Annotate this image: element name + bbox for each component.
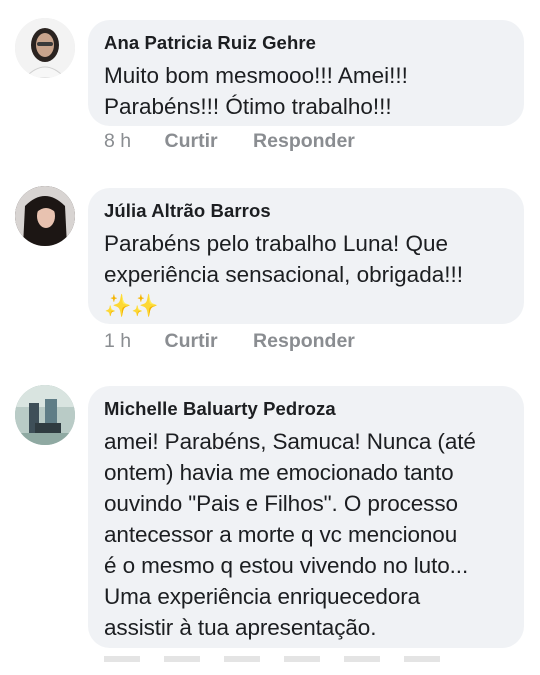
avatar[interactable] <box>15 186 75 246</box>
comment-text: Parabéns pelo trabalho Luna! Que experiê… <box>104 228 508 321</box>
comment-bubble: Ana Patricia Ruiz Gehre Muito bom mesmoo… <box>88 20 524 126</box>
like-button[interactable]: Curtir <box>165 330 218 352</box>
comment-actions: 1 h Curtir Responder <box>104 330 385 353</box>
avatar[interactable] <box>15 18 75 78</box>
comment-timestamp[interactable]: 1 h <box>104 330 131 352</box>
avatar[interactable] <box>15 385 75 445</box>
comment-bubble: Michelle Baluarty Pedroza amei! Parabéns… <box>88 386 524 648</box>
comment-text: amei! Parabéns, Samuca! Nunca (até ontem… <box>104 429 476 640</box>
comment-author[interactable]: Júlia Altrão Barros <box>104 200 508 222</box>
comment-author[interactable]: Michelle Baluarty Pedroza <box>104 398 508 420</box>
comment-actions: 8 h Curtir Responder <box>104 130 385 153</box>
comment-text: Muito bom mesmooo!!! Amei!!! Parabéns!!!… <box>104 63 408 119</box>
like-button[interactable]: Curtir <box>165 130 218 152</box>
comment-author[interactable]: Ana Patricia Ruiz Gehre <box>104 32 508 54</box>
comment-timestamp[interactable]: 8 h <box>104 130 131 152</box>
comment-text-body: Parabéns pelo trabalho Luna! Que experiê… <box>104 231 463 287</box>
cropped-actions-row <box>104 656 444 662</box>
reply-button[interactable]: Responder <box>253 330 355 352</box>
sparkles-emoji: ✨✨ <box>104 293 159 318</box>
comment-bubble: Júlia Altrão Barros Parabéns pelo trabal… <box>88 188 524 324</box>
reply-button[interactable]: Responder <box>253 130 355 152</box>
